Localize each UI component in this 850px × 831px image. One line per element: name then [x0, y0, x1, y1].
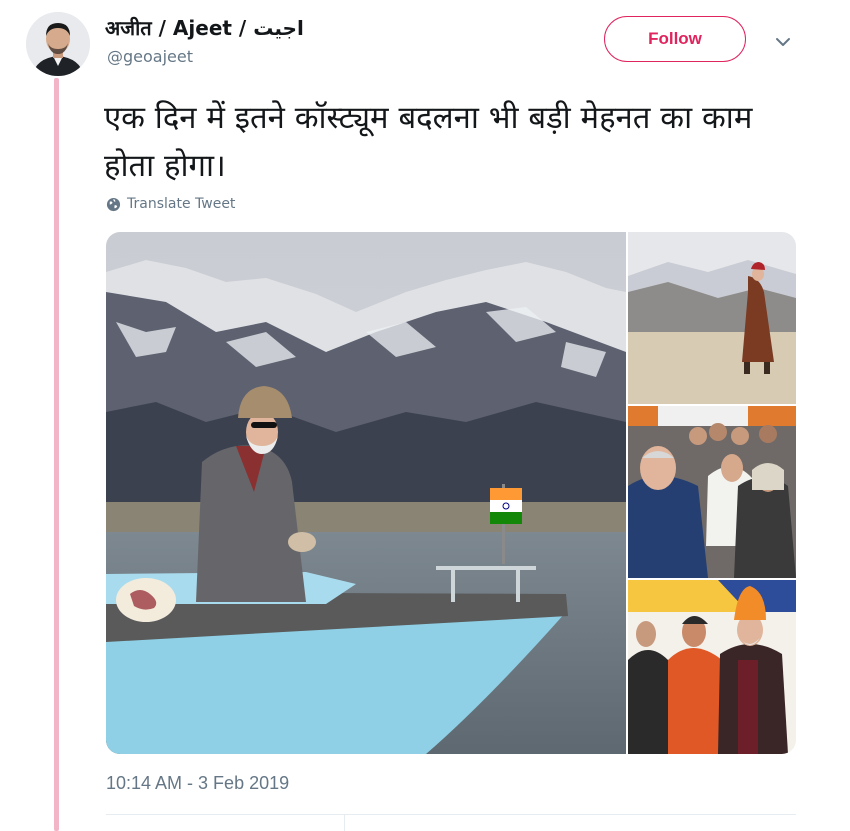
tweet-text: एक दिन में इतने कॉस्ट्यूम बदलना भी बड़ी …	[104, 100, 753, 184]
photo-main[interactable]	[106, 232, 626, 754]
translate-tweet-link[interactable]: Translate Tweet	[106, 196, 235, 212]
tweet-timestamp[interactable]: 10:14 AM - 3 Feb 2019	[106, 773, 289, 794]
display-name[interactable]: अजीत / Ajeet / اجیت	[105, 14, 304, 41]
divider-vertical	[344, 815, 345, 831]
avatar-image	[26, 12, 90, 76]
photo-top-right[interactable]	[628, 232, 796, 404]
globe-icon	[106, 197, 121, 211]
follow-button[interactable]: Follow	[604, 16, 746, 62]
user-handle[interactable]: @geoajeet	[107, 47, 193, 66]
chevron-down-icon[interactable]	[772, 31, 794, 53]
photo-middle-right[interactable]	[628, 406, 796, 578]
photo-bottom-right[interactable]	[628, 580, 796, 754]
avatar[interactable]	[26, 12, 90, 76]
divider	[106, 814, 796, 815]
tweet-media-grid	[106, 232, 796, 754]
thread-line	[54, 78, 59, 831]
translate-label: Translate Tweet	[127, 196, 236, 212]
